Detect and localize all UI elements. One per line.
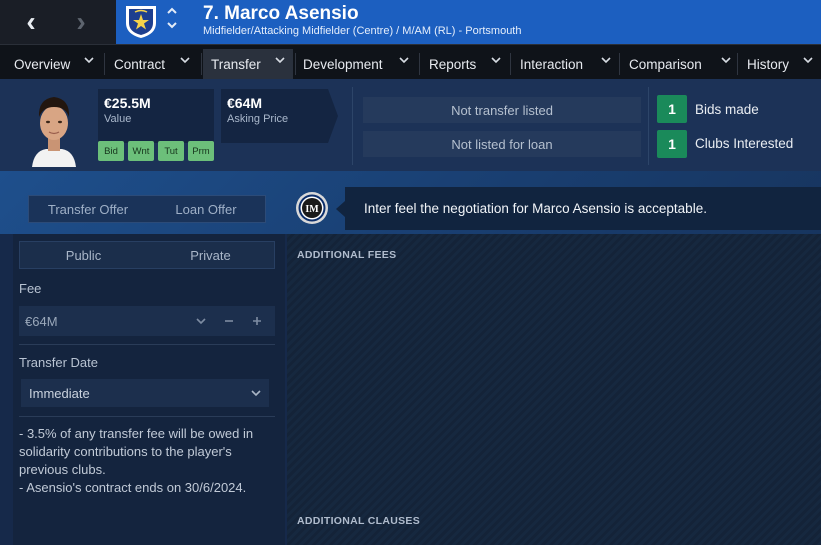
private-option[interactable]: Private: [147, 242, 274, 268]
asking-price-label: Asking Price: [227, 113, 289, 125]
badge-tut[interactable]: Tut: [158, 141, 184, 161]
transfer-list-status[interactable]: Not transfer listed: [363, 97, 641, 123]
fee-increase-button[interactable]: [243, 306, 271, 336]
fee-decrease-button[interactable]: [215, 306, 243, 336]
tab-label: Development: [303, 56, 383, 72]
player-positions: Midfielder/Attacking Midfielder (Centre)…: [203, 25, 522, 37]
plus-icon: [253, 317, 261, 325]
loan-offer-tab[interactable]: Loan Offer: [147, 196, 265, 222]
loan-list-status[interactable]: Not listed for loan: [363, 131, 641, 157]
inter-crest-icon[interactable]: IM: [295, 191, 329, 225]
fee-dropdown-button[interactable]: [187, 306, 215, 336]
player-photo: [26, 87, 82, 167]
badge-prm[interactable]: Prm: [188, 141, 214, 161]
chevron-down-icon: [196, 318, 206, 325]
tab-divider: [510, 53, 511, 75]
chevron-down-icon: [601, 57, 611, 64]
tab-overview[interactable]: Overview: [6, 49, 102, 79]
tab-reports[interactable]: Reports: [421, 49, 509, 79]
transfer-offer-tab[interactable]: Transfer Offer: [29, 196, 147, 222]
value-amount: €25.5M: [104, 95, 151, 111]
offer-panel: Public Private Fee €64M Transfer Date Im…: [13, 234, 285, 545]
badge-bid[interactable]: Bid: [98, 141, 124, 161]
tab-divider: [419, 53, 420, 75]
visibility-toggle: Public Private: [19, 241, 275, 269]
transfer-date-value: Immediate: [29, 385, 90, 401]
chevron-down-icon: [251, 390, 261, 397]
public-option[interactable]: Public: [20, 242, 147, 268]
tab-divider: [737, 53, 738, 75]
tab-label: Overview: [14, 56, 71, 72]
tab-divider: [104, 53, 105, 75]
value-label: Value: [104, 113, 132, 125]
divider: [19, 344, 275, 345]
tab-label: Contract: [114, 56, 166, 72]
tab-contract[interactable]: Contract: [106, 49, 198, 79]
tab-transfer[interactable]: Transfer: [203, 49, 293, 79]
player-switcher[interactable]: [164, 6, 180, 36]
chevron-up-icon[interactable]: [166, 6, 178, 16]
chevron-down-icon: [399, 57, 409, 64]
divider: [19, 416, 275, 417]
chevron-down-icon: [721, 57, 731, 64]
player-title-bar: 7. Marco Asensio Midfielder/Attacking Mi…: [116, 0, 821, 44]
tab-label: Reports: [429, 56, 477, 72]
additional-clauses-heading: ADDITIONAL CLAUSES: [297, 515, 421, 527]
tab-interaction[interactable]: Interaction: [512, 49, 619, 79]
offer-type-toggle: Transfer Offer Loan Offer: [28, 195, 266, 223]
asking-price-arrow: [320, 89, 338, 143]
tab-label: Transfer: [211, 56, 261, 72]
divider: [648, 87, 649, 165]
asking-price-box: €64M Asking Price: [221, 89, 321, 143]
fee-field: €64M: [19, 306, 275, 336]
value-box: €25.5M Value: [98, 89, 214, 143]
clubs-count[interactable]: 1: [657, 130, 687, 158]
top-header: ‹ › 7. Marco Asensio Midfielder/Attackin…: [0, 0, 821, 44]
bids-label: Bids made: [695, 102, 759, 117]
tab-divider: [619, 53, 620, 75]
back-arrow-icon: ‹: [26, 6, 36, 37]
transfer-summary: €25.5M Value €64M Asking Price Bid Wnt T…: [0, 79, 821, 171]
additional-fees-heading: ADDITIONAL FEES: [297, 249, 397, 261]
page-title: 7. Marco Asensio: [203, 3, 359, 24]
tab-bar: Overview Contract Transfer Development R…: [0, 44, 821, 79]
divider: [352, 87, 353, 165]
chevron-down-icon: [84, 57, 94, 64]
forward-button[interactable]: ›: [56, 0, 106, 44]
tab-label: Interaction: [520, 56, 584, 72]
back-button[interactable]: ‹: [6, 0, 56, 44]
solidarity-note: - 3.5% of any transfer fee will be owed …: [19, 426, 254, 477]
chevron-down-icon: [275, 57, 285, 64]
offer-notes: - 3.5% of any transfer fee will be owed …: [19, 425, 275, 497]
badge-wnt[interactable]: Wnt: [128, 141, 154, 161]
tab-divider: [201, 53, 202, 75]
bids-count[interactable]: 1: [657, 95, 687, 123]
tab-label: Comparison: [629, 56, 702, 72]
chevron-down-icon: [180, 57, 190, 64]
tab-label: History: [747, 56, 790, 72]
transfer-date-select[interactable]: Immediate: [21, 379, 269, 407]
forward-arrow-icon: ›: [76, 6, 86, 37]
negotiation-feedback: Inter feel the negotiation for Marco Ase…: [345, 187, 821, 230]
contract-note: - Asensio's contract ends on 30/6/2024.: [19, 480, 247, 495]
feedback-pointer: [336, 201, 345, 217]
chevron-down-icon: [491, 57, 501, 64]
negotiation-band: Transfer Offer Loan Offer IM Inter feel …: [0, 171, 821, 234]
chevron-down-icon[interactable]: [166, 20, 178, 30]
chevron-down-icon: [803, 57, 813, 64]
clubs-label: Clubs Interested: [695, 136, 794, 151]
fee-input[interactable]: €64M: [19, 314, 187, 329]
tab-history[interactable]: History: [739, 49, 821, 79]
transfer-date-label: Transfer Date: [19, 355, 98, 370]
minus-icon: [225, 320, 233, 322]
svg-text:IM: IM: [305, 204, 319, 215]
fee-label: Fee: [19, 281, 42, 296]
asking-price-amount: €64M: [227, 95, 263, 111]
tab-comparison[interactable]: Comparison: [621, 49, 739, 79]
portsmouth-crest-icon[interactable]: [124, 3, 158, 39]
tab-development[interactable]: Development: [295, 49, 417, 79]
fees-panel: ADDITIONAL FEES ADDITIONAL CLAUSES: [287, 234, 821, 545]
